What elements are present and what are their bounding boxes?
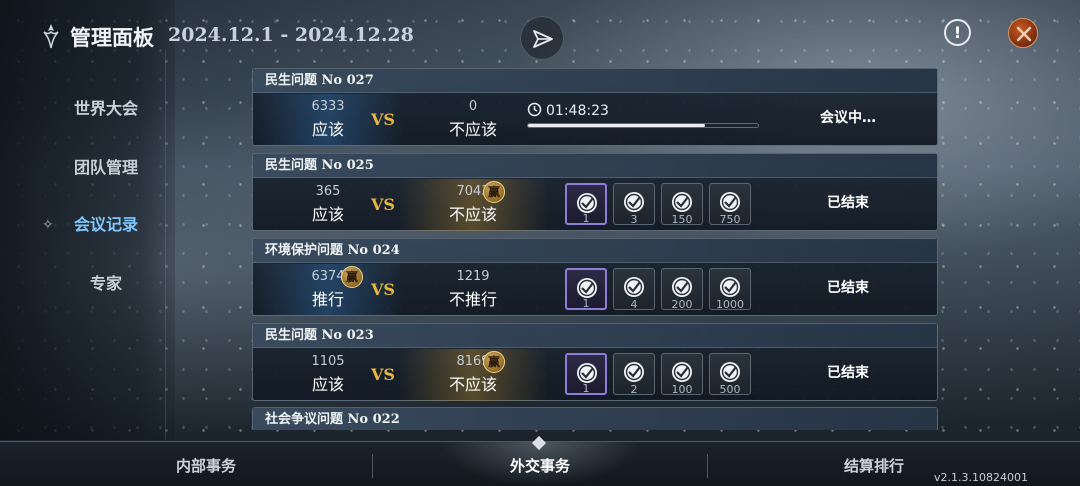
- tab-divider: [707, 454, 708, 478]
- sparkle-icon: ✧: [42, 217, 54, 233]
- vs-label: VS: [371, 280, 395, 299]
- reward-item[interactable]: 2: [613, 353, 655, 396]
- reward-item[interactable]: 1000: [709, 268, 751, 311]
- side-b: 8169 不应该: [398, 349, 548, 401]
- reward-item[interactable]: 200: [661, 268, 703, 311]
- close-icon: [1016, 26, 1032, 42]
- win-badge: 赢: [341, 266, 363, 288]
- reward-count: 2: [630, 383, 638, 396]
- reward-item[interactable]: 1: [565, 183, 607, 225]
- approval-stamp-icon: [672, 192, 692, 212]
- win-badge: 赢: [483, 351, 505, 373]
- sidebar-item-world-conference[interactable]: 世界大会: [0, 89, 165, 129]
- timer-text: 01:48:23: [546, 103, 609, 119]
- approval-stamp-icon: [672, 362, 692, 382]
- reward-count: 4: [630, 298, 638, 311]
- sidebar-item-label: 专家: [90, 274, 123, 293]
- tab-internal-affairs[interactable]: 内部事务: [106, 442, 306, 486]
- vs-label: VS: [371, 365, 395, 384]
- share-button[interactable]: [520, 16, 564, 60]
- close-button[interactable]: [1008, 18, 1038, 48]
- approval-stamp-icon: [720, 192, 740, 212]
- sidebar-item-experts[interactable]: 专家: [0, 264, 165, 304]
- approval-stamp-icon: [720, 277, 740, 297]
- side-b-label: 不应该: [448, 375, 497, 394]
- sidebar-item-team-management[interactable]: 团队管理: [0, 148, 165, 188]
- approval-stamp-icon: [624, 192, 644, 212]
- progress-fill: [528, 124, 706, 127]
- meeting-title: 民生问题 No 025: [253, 154, 937, 178]
- side-b-count: 0: [468, 99, 478, 114]
- reward-item[interactable]: 100: [661, 353, 703, 396]
- reward-count: 1000: [716, 298, 744, 311]
- version-label: v2.1.3.10824001: [934, 471, 1028, 484]
- meeting-list[interactable]: 民生问题 No 027 6333 应该 VS 0 不应该 01:48:23 会议…: [252, 68, 938, 430]
- meeting-title: 环境保护问题 No 024: [253, 239, 937, 263]
- reward-count: 750: [719, 213, 741, 226]
- side-b: 0 不应该: [398, 94, 548, 146]
- sidebar-item-label: 世界大会: [74, 99, 139, 118]
- status-label: 已结束: [827, 195, 869, 211]
- approval-stamp-icon: [624, 277, 644, 297]
- date-range: 2024.12.1 - 2024.12.28: [168, 24, 414, 46]
- reward-count: 3: [630, 213, 638, 226]
- reward-item[interactable]: 1: [565, 353, 607, 395]
- reward-item[interactable]: 4: [613, 268, 655, 311]
- page-title: 管理面板: [70, 25, 154, 50]
- reward-item[interactable]: 750: [709, 183, 751, 226]
- info-button[interactable]: !: [944, 19, 971, 46]
- meeting-progress-bar: [527, 123, 759, 128]
- side-b-count: 8169: [456, 354, 490, 369]
- clock-icon: [527, 102, 542, 117]
- side-b-count: 7043: [456, 184, 490, 199]
- countdown-timer: 01:48:23: [527, 102, 609, 119]
- header: 管理面板 2024.12.1 - 2024.12.28 !: [0, 0, 1080, 70]
- side-b-label: 不应该: [448, 205, 497, 224]
- reward-count: 500: [719, 383, 741, 396]
- approval-stamp-icon: [672, 277, 692, 297]
- reward-item[interactable]: 3: [613, 183, 655, 226]
- meeting-title: 民生问题 No 023: [253, 324, 937, 348]
- meeting-card[interactable]: 民生问题 No 025 365 应该 VS 7043 不应该 赢 1 3 150: [252, 153, 938, 231]
- side-b: 7043 不应该: [398, 179, 548, 231]
- reward-item[interactable]: 150: [661, 183, 703, 226]
- meeting-title: 民生问题 No 027: [253, 69, 937, 93]
- reward-count: 150: [671, 213, 693, 226]
- status-label: 会议中…: [820, 110, 876, 126]
- reward-count: 200: [671, 298, 693, 311]
- sidebar-item-label: 团队管理: [74, 158, 139, 177]
- sidebar-item-meeting-records[interactable]: ✧ 会议记录: [0, 205, 165, 245]
- reward-item[interactable]: 500: [709, 353, 751, 396]
- meeting-card[interactable]: 环境保护问题 No 024 6374 推行 赢 VS 1219 不推行 1 4 …: [252, 238, 938, 316]
- emblem-icon: [43, 24, 59, 49]
- side-b-label: 不推行: [448, 290, 497, 309]
- meeting-card[interactable]: 社会争议问题 No 022: [252, 407, 938, 430]
- side-b-label: 不应该: [448, 120, 497, 139]
- meeting-card[interactable]: 民生问题 No 023 1105 应该 VS 8169 不应该 赢 1 2 10…: [252, 323, 938, 401]
- sidebar-item-label: 会议记录: [74, 215, 139, 234]
- meeting-card[interactable]: 民生问题 No 027 6333 应该 VS 0 不应该 01:48:23 会议…: [252, 68, 938, 146]
- reward-count: 1: [582, 212, 590, 225]
- sidebar-divider: [165, 50, 166, 440]
- vs-label: VS: [371, 110, 395, 129]
- vs-label: VS: [371, 195, 395, 214]
- tab-divider: [372, 454, 373, 478]
- side-b-count: 1219: [456, 269, 490, 284]
- approval-stamp-icon: [720, 362, 740, 382]
- reward-count: 100: [671, 383, 693, 396]
- reward-count: 1: [582, 297, 590, 310]
- win-badge: 赢: [483, 181, 505, 203]
- bottom-tab-bar: 内部事务 外交事务 结算排行 v2.1.3.10824001: [0, 435, 1080, 486]
- meeting-title: 社会争议问题 No 022: [253, 408, 937, 430]
- status-label: 已结束: [827, 365, 869, 381]
- side-b: 1219 不推行: [398, 264, 548, 316]
- send-icon: [533, 30, 553, 48]
- approval-stamp-icon: [624, 362, 644, 382]
- reward-count: 1: [582, 382, 590, 395]
- status-label: 已结束: [827, 280, 869, 296]
- reward-item[interactable]: 1: [565, 268, 607, 310]
